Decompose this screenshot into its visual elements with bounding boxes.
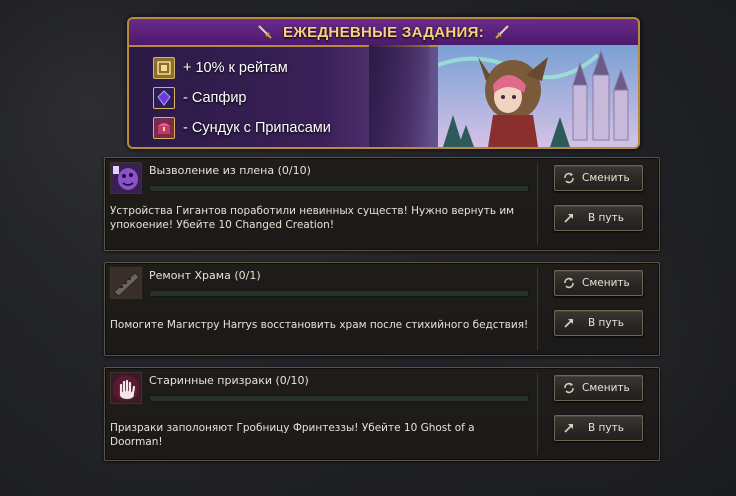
supply-chest-icon	[153, 117, 175, 139]
divider	[537, 373, 538, 455]
reward-text: - Сундук с Припасами	[183, 120, 331, 136]
heroine-castle-art	[438, 45, 638, 147]
ghost-hand-icon	[110, 372, 142, 404]
refresh-icon	[564, 277, 574, 289]
go-button-label: В путь	[588, 422, 624, 434]
banner-title: ЕЖЕДНЕВНЫЕ ЗАДАНИЯ:	[282, 23, 484, 41]
reward-list: + 10% к рейтам - Сапфир - Сундук с Припа…	[153, 53, 331, 143]
quest-title: Старинные призраки (0/10)	[149, 374, 309, 387]
quest-title: Вызволение из плена (0/10)	[149, 164, 311, 177]
quest-progress-bar	[149, 185, 529, 192]
go-button-label: В путь	[588, 212, 624, 224]
quest-progress-bar	[149, 290, 529, 297]
banner-title-bar: ЕЖЕДНЕВНЫЕ ЗАДАНИЯ:	[129, 19, 638, 47]
captive-creature-icon	[110, 162, 142, 194]
sword-icon	[495, 25, 509, 39]
change-quest-button[interactable]: Сменить	[554, 270, 643, 296]
daily-quests-banner: ЕЖЕДНЕВНЫЕ ЗАДАНИЯ: + 10% к рейтам - Сап…	[127, 17, 640, 149]
arrow-up-right-icon	[564, 214, 573, 223]
quest-panel: Старинные призраки (0/10) Призраки запол…	[104, 367, 660, 461]
reward-item: - Сундук с Припасами	[153, 113, 331, 143]
reward-item: - Сапфир	[153, 83, 331, 113]
temple-repair-icon	[110, 267, 142, 299]
change-button-label: Сменить	[582, 382, 630, 394]
arrow-up-right-icon	[564, 319, 573, 328]
divider	[537, 268, 538, 350]
banner-divider	[369, 45, 429, 147]
quest-panel: Вызволение из плена (0/10) Устройства Ги…	[104, 157, 660, 251]
refresh-icon	[564, 172, 574, 184]
go-button-label: В путь	[588, 317, 624, 329]
quest-title: Ремонт Храма (0/1)	[149, 269, 261, 282]
change-button-label: Сменить	[582, 172, 630, 184]
quest-panel: Ремонт Храма (0/1) Помогите Магистру Har…	[104, 262, 660, 356]
quest-description: Помогите Магистру Harrys восстановить хр…	[110, 319, 529, 331]
reward-text: + 10% к рейтам	[183, 60, 288, 76]
change-button-label: Сменить	[582, 277, 630, 289]
refresh-icon	[564, 382, 574, 394]
sapphire-gem-icon	[153, 87, 175, 109]
change-quest-button[interactable]: Сменить	[554, 375, 643, 401]
go-button[interactable]: В путь	[554, 205, 643, 231]
divider	[537, 163, 538, 245]
arrow-up-right-icon	[564, 424, 573, 433]
go-button[interactable]: В путь	[554, 415, 643, 441]
quest-description: Устройства Гигантов поработили невинных …	[110, 205, 515, 231]
quest-description: Призраки заполоняют Гробницу Фринтеззы! …	[110, 422, 475, 448]
change-quest-button[interactable]: Сменить	[554, 165, 643, 191]
reward-item: + 10% к рейтам	[153, 53, 331, 83]
rating-badge-icon	[153, 57, 175, 79]
quest-progress-bar	[149, 395, 529, 402]
sword-icon	[258, 25, 272, 39]
go-button[interactable]: В путь	[554, 310, 643, 336]
reward-text: - Сапфир	[183, 90, 247, 106]
